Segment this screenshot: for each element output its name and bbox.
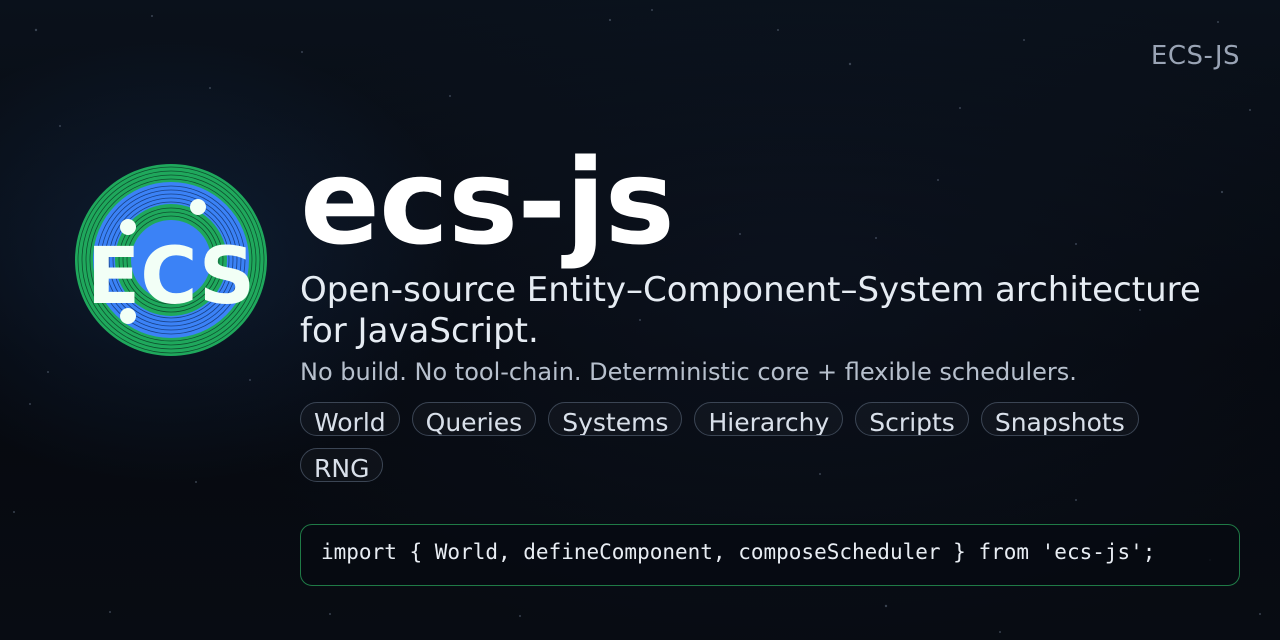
feature-chip-rng: RNG (300, 448, 384, 482)
logo-text: ECS (87, 232, 255, 322)
ecs-logo-graphic: ECS (75, 164, 267, 356)
import-code-snippet: import { World, defineComponent, compose… (300, 524, 1240, 586)
feature-chip-hierarchy: Hierarchy (694, 402, 844, 436)
feature-chip-world: World (300, 402, 400, 436)
hero-banner: ECS-JS ECS ecs-js Open-source Entity–Com… (0, 0, 1280, 640)
hero-content: ecs-js Open-source Entity–Component–Syst… (300, 140, 1240, 482)
feature-chip-list: World Queries Systems Hierarchy Scripts … (300, 402, 1180, 482)
feature-chip-queries: Queries (411, 402, 537, 436)
feature-chip-systems: Systems (548, 402, 683, 436)
feature-chip-snapshots: Snapshots (980, 402, 1139, 436)
ecs-logo: ECS (74, 163, 268, 357)
project-subtitle: Open-source Entity–Component–System arch… (300, 270, 1201, 351)
project-tagline: No build. No tool-chain. Deterministic c… (300, 358, 1077, 386)
import-code-text: import { World, defineComponent, compose… (321, 540, 1156, 564)
project-title: ecs-js (300, 133, 675, 271)
corner-brand-label: ECS-JS (1150, 41, 1240, 71)
feature-chip-scripts: Scripts (855, 402, 969, 436)
